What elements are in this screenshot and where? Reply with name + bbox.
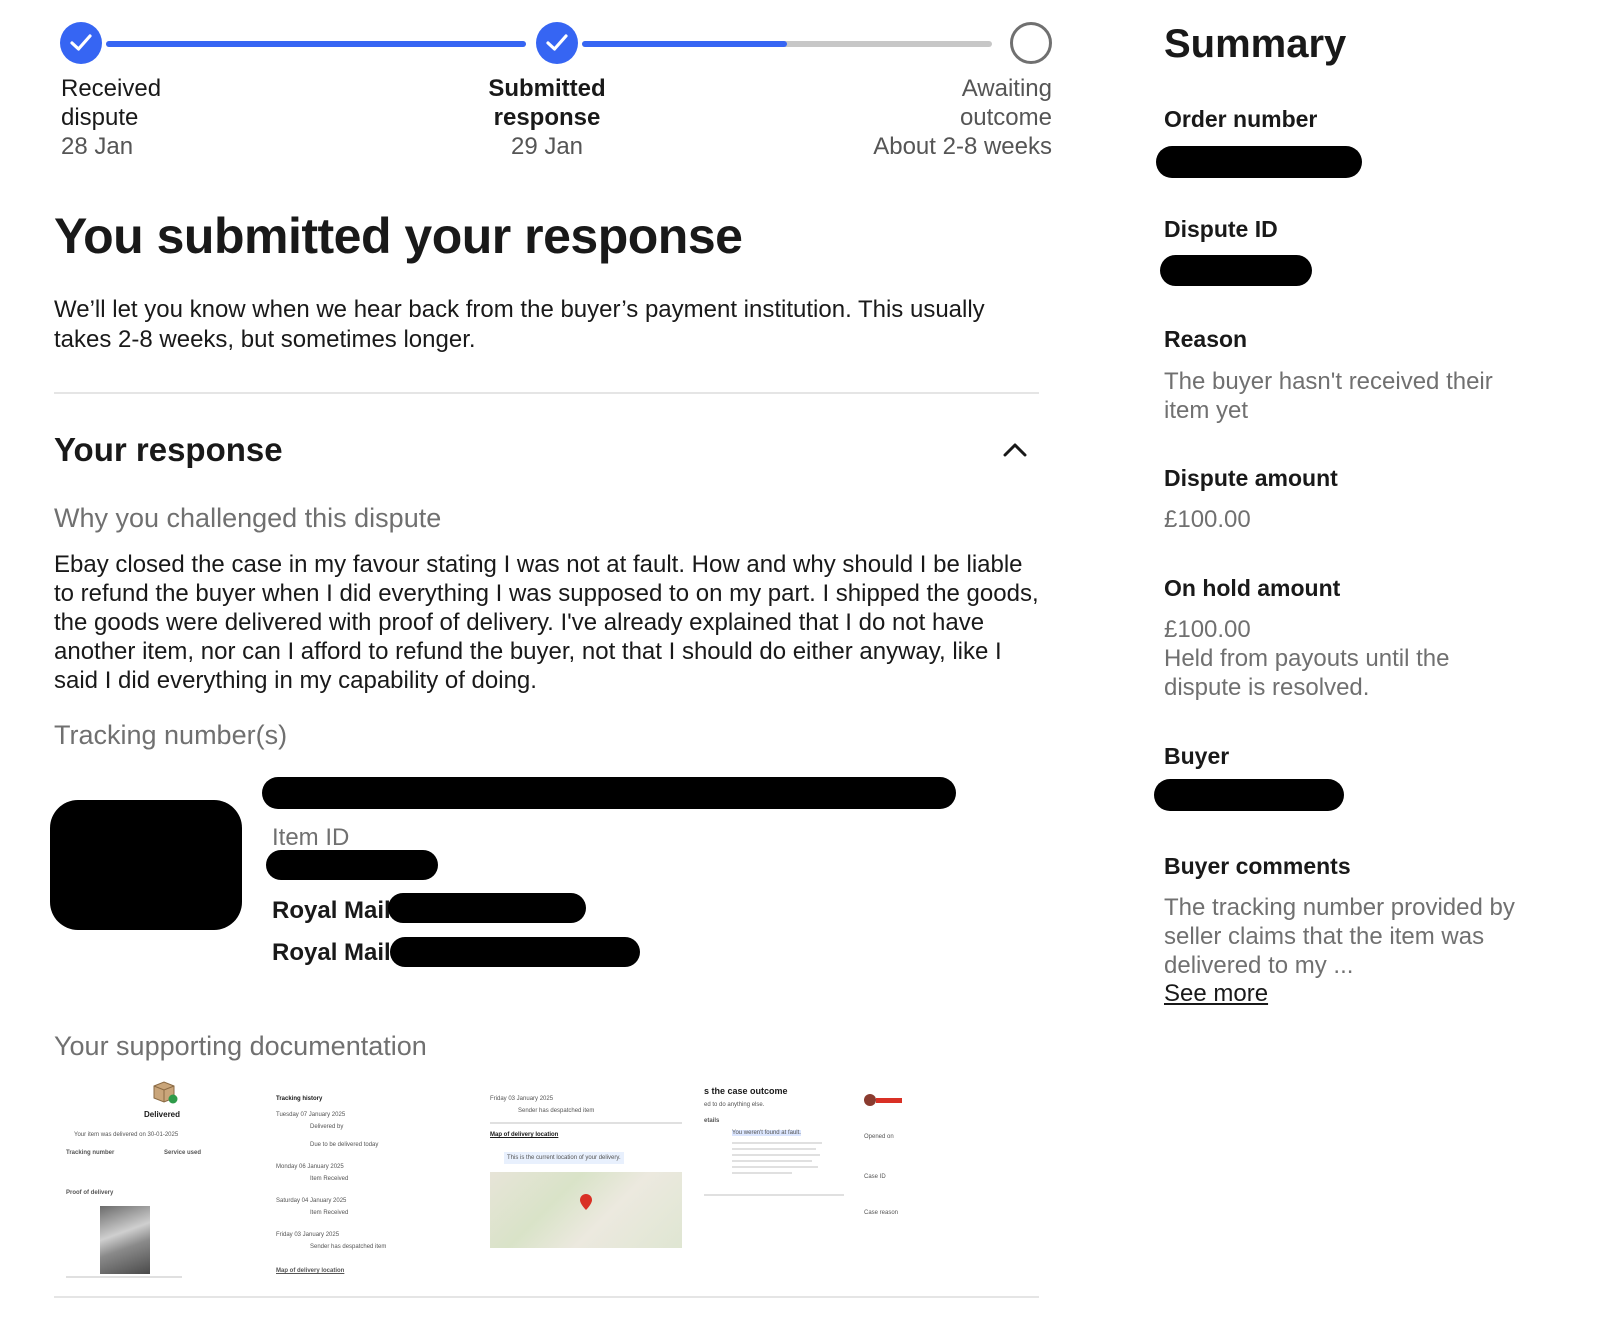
divider [54, 392, 1039, 394]
doc-text: Saturday 04 January 2025 [276, 1198, 347, 1204]
doc-text: Tracking number [66, 1150, 115, 1156]
redacted-buyer-name [1154, 779, 1344, 811]
doc-text: Case reason [864, 1210, 899, 1216]
reason-value: The buyer hasn't received their item yet [1164, 368, 1493, 424]
doc-highlight: You weren't found at fault. [732, 1130, 801, 1136]
supporting-docs-label: Your supporting documentation [54, 1031, 427, 1061]
doc-text: Proof of delivery [66, 1190, 114, 1196]
progress-stepper: Received dispute 28 Jan Submitted respon… [56, 22, 1056, 172]
step-date: 29 Jan [510, 133, 584, 160]
dispute-amount-label: Dispute amount [1164, 465, 1338, 491]
doc-text: Service used [164, 1150, 202, 1156]
document-thumbnail[interactable]: s the case outcome ed to do anything els… [702, 1078, 852, 1283]
redacted-item-id [266, 850, 438, 880]
redacted-tracking-number[interactable] [388, 893, 586, 923]
proof-photo [100, 1206, 150, 1274]
step-submitted: Submitted response 29 Jan [452, 74, 642, 161]
progress-line-1 [106, 41, 526, 47]
doc-text: ed to do anything else. [704, 1102, 765, 1108]
doc-text: Tuesday 07 January 2025 [276, 1112, 346, 1118]
tracking-numbers-label: Tracking number(s) [54, 720, 288, 750]
doc-text: Delivered by [310, 1124, 344, 1130]
doc-text: Sender has despatched item [310, 1244, 387, 1250]
step-awaiting-circle-icon [1010, 22, 1052, 64]
dispute-amount-value: £100.00 [1164, 506, 1251, 533]
doc-heading: Map of delivery location [490, 1132, 559, 1138]
document-thumbnail[interactable]: Opened on Case ID Case reason [862, 1078, 912, 1283]
progress-line-2 [582, 41, 992, 47]
doc-text: etails [704, 1118, 720, 1124]
doc-text: Your item was delivered on 30-01-2025 [74, 1132, 179, 1138]
document-thumbnail[interactable]: Friday 03 January 2025 Sender has despat… [490, 1078, 686, 1283]
step-name: Awaiting outcome [959, 75, 1052, 131]
doc-text: Friday 03 January 2025 [276, 1232, 340, 1238]
redacted-item-title [262, 777, 956, 809]
buyer-comments-value: The tracking number provided by seller c… [1164, 894, 1515, 979]
dispute-id-label: Dispute ID [1164, 216, 1278, 242]
divider [54, 1296, 1039, 1298]
doc-text: Case ID [864, 1174, 886, 1180]
step-name: Submitted response [488, 75, 606, 131]
doc-text: Opened on [864, 1134, 894, 1140]
response-section-header[interactable]: Your response [54, 428, 1039, 472]
doc-text: Monday 06 January 2025 [276, 1164, 344, 1170]
see-more-link[interactable]: See more [1164, 980, 1268, 1008]
page-title: You submitted your response [54, 208, 743, 264]
redacted-dispute-id [1160, 255, 1312, 286]
doc-text: Item Received [310, 1176, 349, 1182]
doc-status: Delivered [144, 1110, 181, 1119]
doc-text: Map of delivery location [276, 1268, 345, 1274]
step-received-check-icon [60, 22, 102, 64]
step-date: About 2-8 weeks [873, 133, 1052, 160]
map-pin-icon [580, 1194, 592, 1215]
step-submitted-check-icon [536, 22, 578, 64]
reason-label: Reason [1164, 326, 1248, 352]
redacted-tracking-number[interactable] [390, 937, 640, 967]
avatar [864, 1094, 876, 1106]
redacted-item-image [50, 800, 242, 930]
doc-heading: Tracking history [276, 1096, 323, 1102]
carrier-name: Royal Mail [272, 939, 391, 966]
item-id-label: Item ID [272, 824, 350, 851]
summary-title: Summary [1164, 22, 1347, 66]
supporting-docs-gallery: Delivered Your item was delivered on 30-… [54, 1078, 954, 1288]
document-thumbnail[interactable]: Tracking history Tuesday 07 January 2025… [272, 1078, 472, 1283]
carrier-name: Royal Mail [272, 897, 391, 924]
step-awaiting: Awaiting outcome About 2-8 weeks [792, 74, 1052, 161]
buyer-comments-label: Buyer comments [1164, 853, 1351, 879]
doc-heading: s the case outcome [704, 1086, 788, 1096]
why-challenged-label: Why you challenged this dispute [54, 503, 442, 533]
step-received: Received dispute 28 Jan [61, 74, 301, 161]
step-name: Received dispute [61, 75, 162, 131]
document-thumbnail[interactable]: Delivered Your item was delivered on 30-… [60, 1078, 250, 1283]
intro-text: We’ll let you know when we hear back fro… [54, 296, 985, 353]
buyer-label: Buyer [1164, 743, 1230, 769]
doc-text: Item Received [310, 1210, 349, 1216]
redacted-order-number [1156, 146, 1362, 178]
response-section-title: Your response [54, 431, 283, 468]
why-challenged-text: Ebay closed the case in my favour statin… [54, 551, 1039, 694]
doc-text: Sender has despatched item [518, 1108, 595, 1114]
order-number-label: Order number [1164, 106, 1318, 132]
step-date: 28 Jan [61, 133, 134, 160]
on-hold-amount-label: On hold amount [1164, 575, 1341, 601]
on-hold-note: Held from payouts until the dispute is r… [1164, 645, 1450, 701]
doc-text: Due to be delivered today [310, 1142, 379, 1148]
chevron-up-icon[interactable] [1001, 436, 1029, 464]
doc-text: Friday 03 January 2025 [490, 1096, 554, 1102]
parcel-icon [152, 1080, 178, 1104]
on-hold-amount-value: £100.00 [1164, 616, 1251, 643]
doc-note: This is the current location of your del… [504, 1152, 624, 1164]
